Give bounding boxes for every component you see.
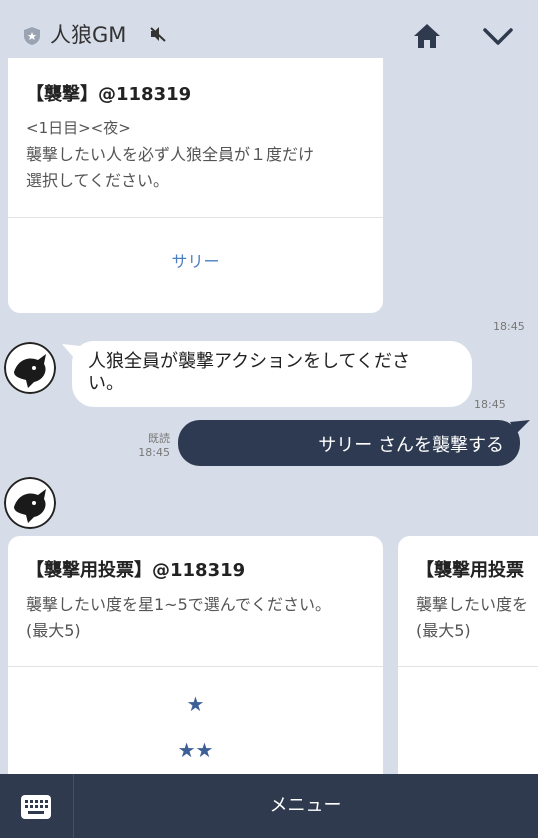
card-line: 選択してください。 xyxy=(26,171,170,190)
card-title: 【襲撃用投票 xyxy=(416,560,524,581)
card-title: 【襲撃】@118319 xyxy=(26,84,192,105)
chat-title: 人狼GM xyxy=(50,23,127,47)
sent-message: サリー さんを襲撃する xyxy=(178,420,520,466)
vote-option-1-star[interactable]: ★ xyxy=(8,692,383,716)
message-text: サリー さんを襲撃する xyxy=(318,435,504,456)
chevron-down-icon[interactable] xyxy=(481,24,515,48)
shield-icon xyxy=(24,27,40,45)
home-icon[interactable] xyxy=(412,22,442,50)
vote-card: 【襲撃用投票 襲撃したい度を (最大5) xyxy=(398,536,538,796)
wolf-avatar-icon xyxy=(4,477,56,529)
card-line: (最大5) xyxy=(416,621,471,640)
divider xyxy=(8,666,383,667)
read-receipt: 既読 18:45 xyxy=(128,432,170,460)
timestamp: 18:45 xyxy=(493,320,525,333)
avatar xyxy=(4,477,56,529)
card-line: 襲撃したい度を xyxy=(416,595,529,614)
vote-option-2-star[interactable]: ★★ xyxy=(8,738,383,762)
menu-button[interactable]: メニュー xyxy=(73,774,538,838)
message-text: 人狼全員が襲撃アクションをしてくださ xyxy=(88,351,411,372)
timestamp: 18:45 xyxy=(138,446,170,459)
card-line: 襲撃したい度を星1~5で選んでください。 xyxy=(26,595,331,614)
avatar xyxy=(4,342,56,394)
vote-card: 【襲撃用投票】@118319 襲撃したい度を星1~5で選んでください。 (最大5… xyxy=(8,536,383,796)
divider xyxy=(398,666,538,667)
card-line: 襲撃したい人を必ず人狼全員が１度だけ xyxy=(26,145,315,164)
keyboard-button[interactable] xyxy=(0,774,74,838)
attack-card: 【襲撃】@118319 <1日目><夜> 襲撃したい人を必ず人狼全員が１度だけ … xyxy=(8,58,383,313)
wolf-avatar-icon xyxy=(4,342,56,394)
footer-bar: メニュー xyxy=(0,774,538,838)
card-line: (最大5) xyxy=(26,621,81,640)
timestamp: 18:45 xyxy=(474,398,506,411)
bubble-tail xyxy=(510,420,530,434)
divider xyxy=(8,217,383,218)
action-sally-button[interactable]: サリー xyxy=(8,248,383,272)
mute-icon xyxy=(150,27,166,42)
read-label: 既読 xyxy=(148,432,170,445)
keyboard-icon xyxy=(21,795,51,819)
received-message: 人狼全員が襲撃アクションをしてくださ い。 xyxy=(72,341,472,407)
card-title: 【襲撃用投票】@118319 xyxy=(26,560,246,581)
message-text: い。 xyxy=(88,373,124,394)
card-line: <1日目><夜> xyxy=(26,119,131,137)
